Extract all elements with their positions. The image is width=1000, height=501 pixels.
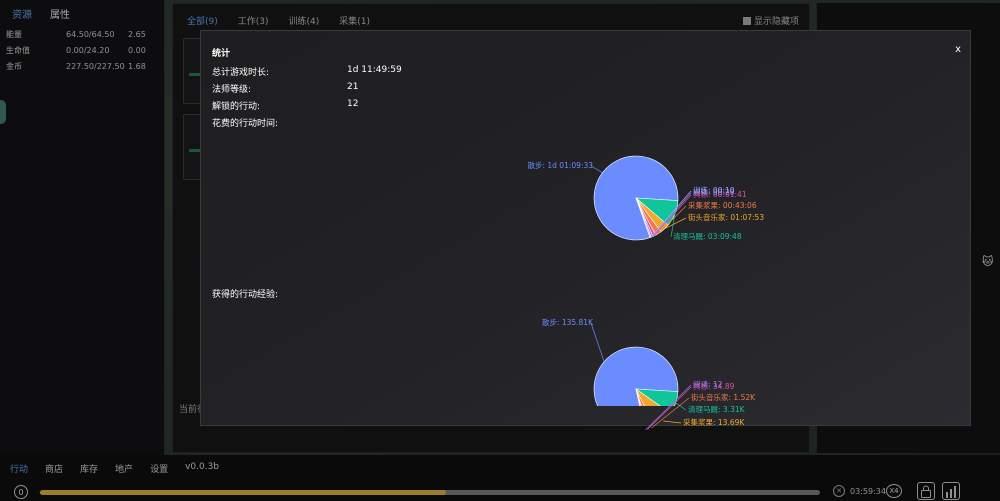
- close-button[interactable]: x: [955, 44, 961, 55]
- pie-label: 散步: 1d 01:09:33: [527, 160, 593, 170]
- pie-label: 散步: 135.81K: [542, 317, 594, 327]
- stat-total-time: 总计游戏时长: 1d 11:49:59: [212, 65, 402, 78]
- pie-leader-line: [590, 322, 605, 362]
- exp-pie-chart: 散步: 135.81K 清理马厩: 3.31K 采集浆果: 13.69K 街头音乐家:…: [542, 317, 756, 431]
- pie-label: 清理马厩: 03:09:48: [673, 231, 742, 241]
- pie-leader-line: [675, 402, 687, 411]
- modal-title: 统计: [212, 49, 231, 59]
- pie-label: 采集浆果: 00:43:06: [688, 200, 757, 210]
- stats-modal: 统计 x 总计游戏时长: 1d 11:49:59 法师等级: 21 解锁的行动:…: [200, 30, 971, 431]
- stat-label: 法师等级:: [212, 85, 252, 95]
- pie-leader-line: [663, 420, 682, 424]
- stat-mage-level: 法师等级: 21: [212, 82, 358, 95]
- stat-label: 解锁的行动:: [212, 102, 261, 112]
- stat-value: 21: [347, 82, 359, 92]
- stat-value: 1d 11:49:59: [347, 65, 402, 75]
- pie-label: 阅读: 12: [693, 379, 723, 389]
- pie-label: 采集浆果: 13.69K: [683, 417, 745, 427]
- time-spent-label: 花费的行动时间:: [212, 119, 279, 129]
- time-spent-pie-chart: 散步: 1d 01:09:33 清理马厩: 03:09:48 街头音乐家: 01:0…: [527, 155, 764, 241]
- stat-label: 总计游戏时长:: [212, 68, 270, 78]
- pie-label: 街头音乐家: 01:07:53: [688, 212, 764, 222]
- pie-label: 训练: 00:10: [693, 185, 735, 195]
- pie-label: 街头音乐家: 1.52K: [691, 392, 756, 402]
- stat-unlocked-actions: 解锁的行动: 12: [212, 99, 358, 112]
- stat-value: 12: [347, 99, 359, 109]
- exp-label: 获得的行动经验:: [212, 290, 279, 300]
- pie-label: 清理马厩: 3.31K: [688, 404, 746, 414]
